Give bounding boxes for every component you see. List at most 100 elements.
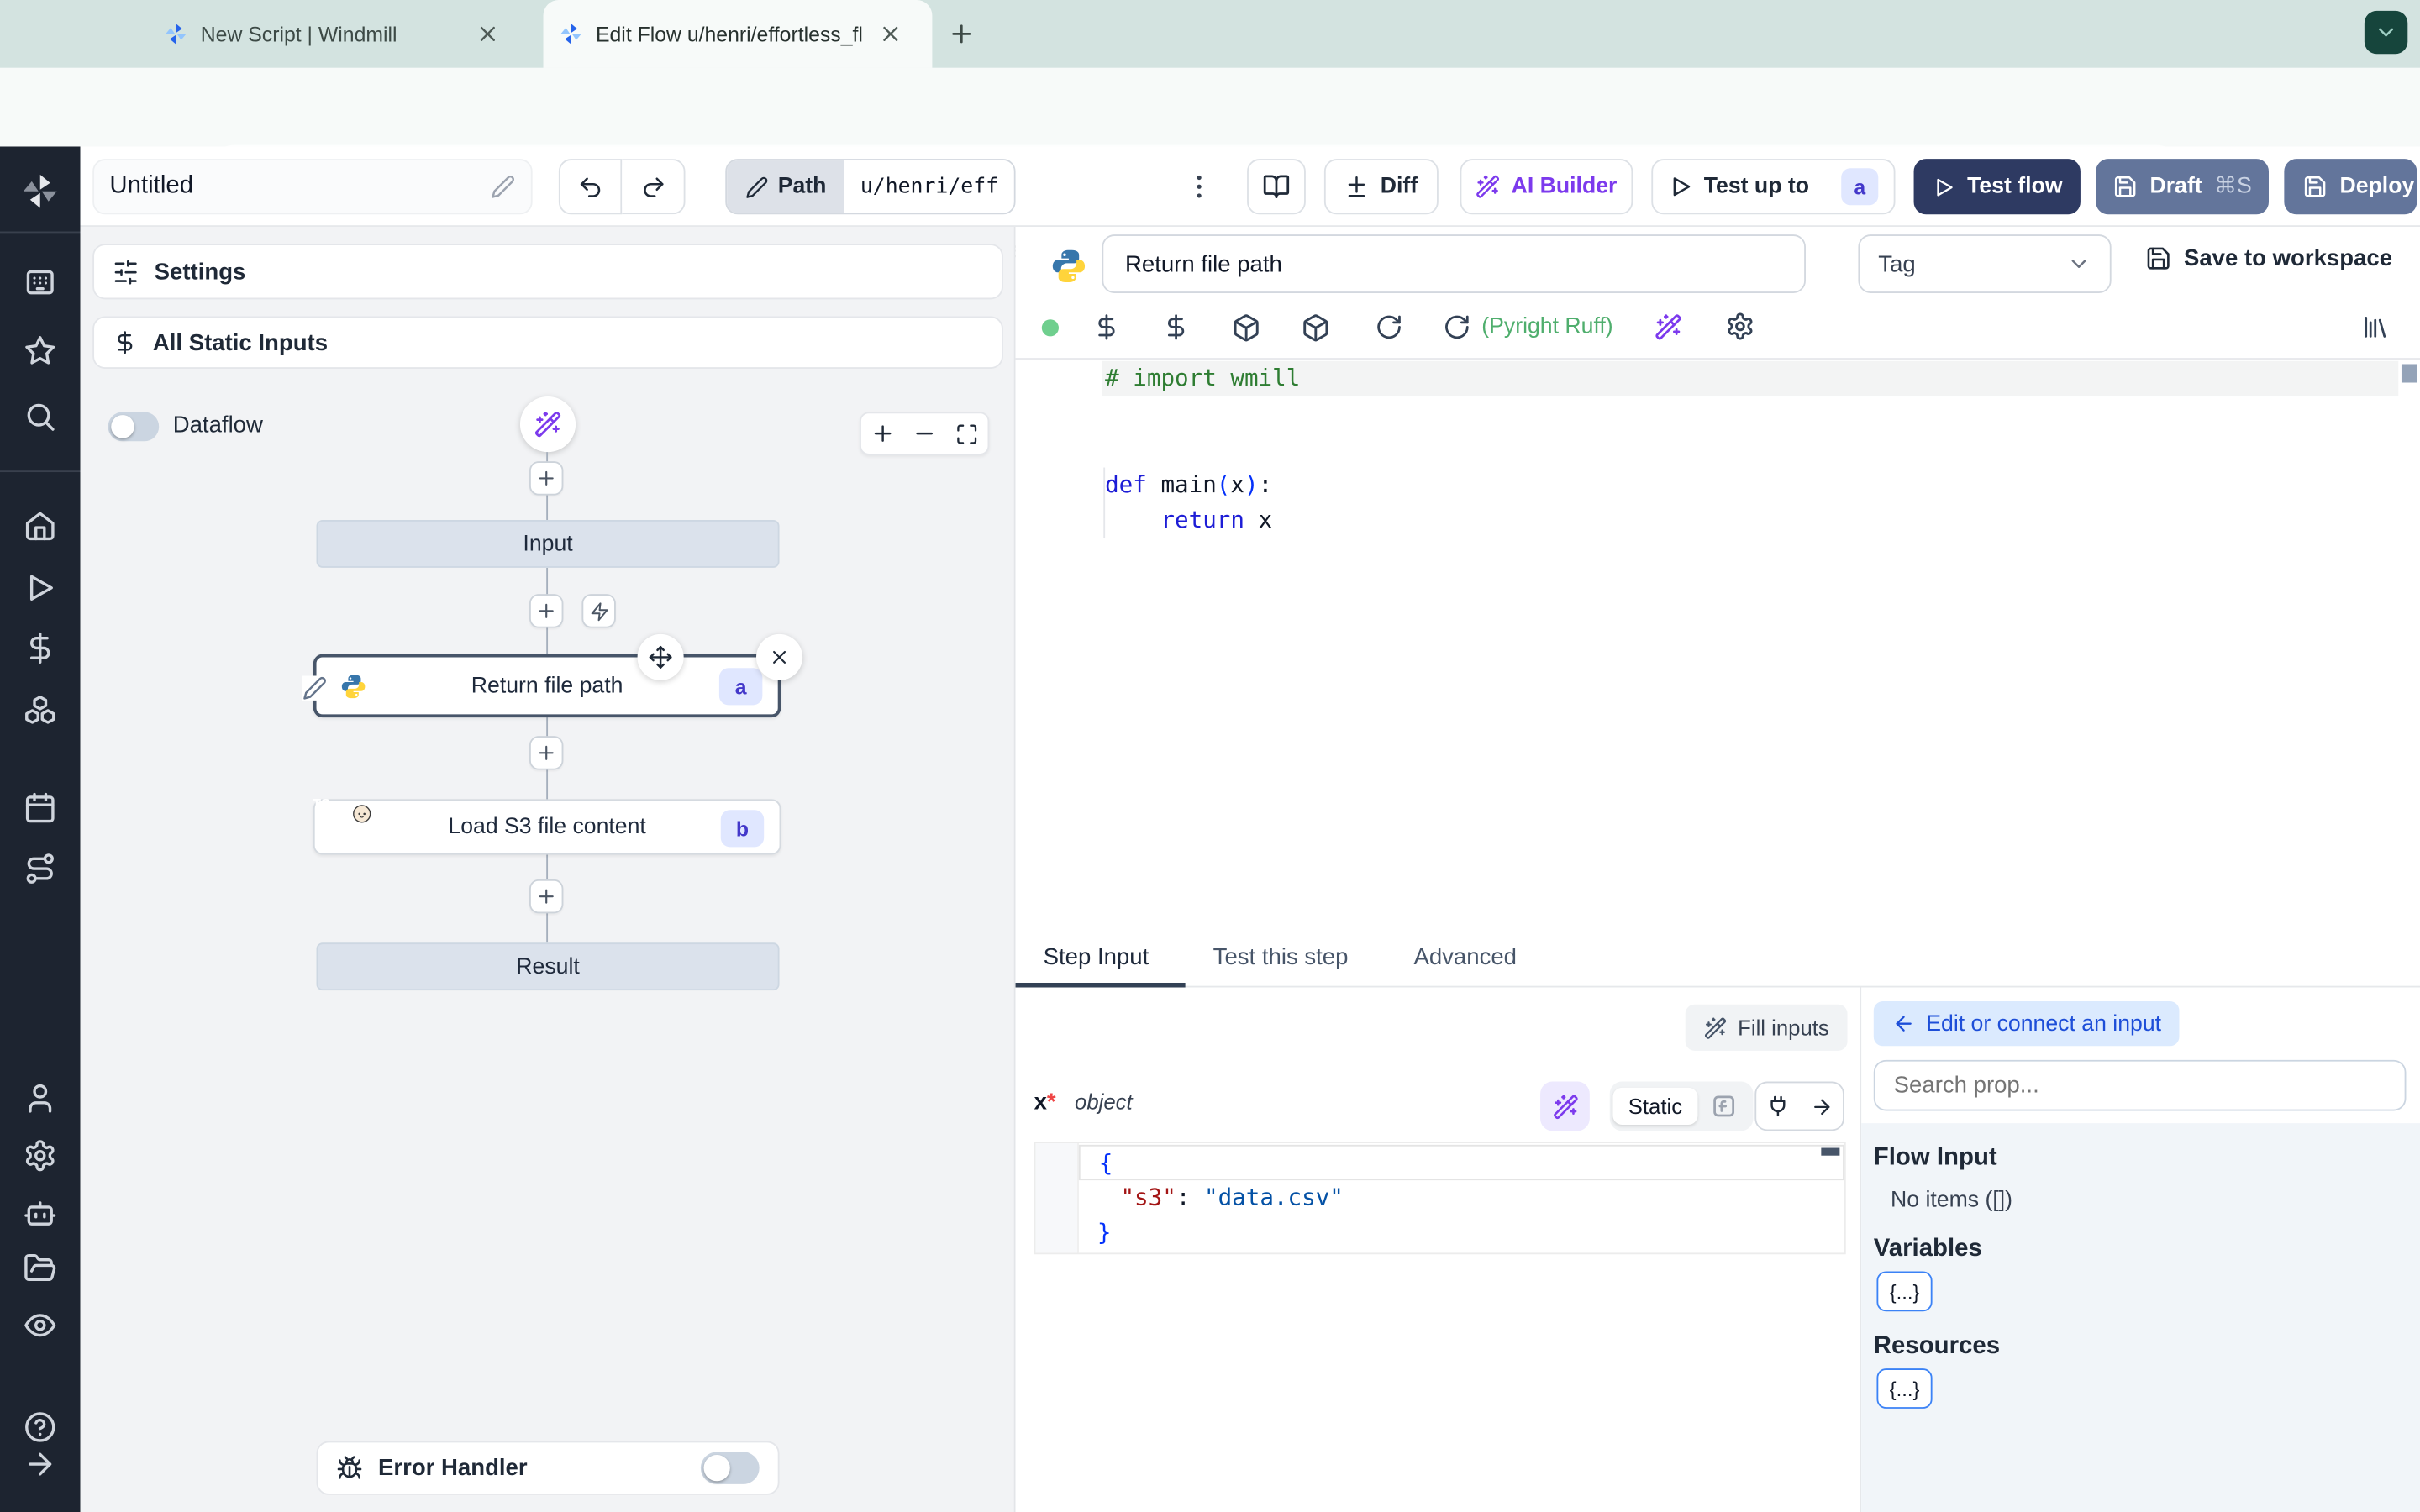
sidebar-item-home-icon[interactable]	[24, 509, 57, 543]
pencil-icon[interactable]	[491, 175, 515, 199]
dataflow-toggle[interactable]	[108, 412, 160, 442]
sidebar-help-icon[interactable]	[24, 1410, 57, 1444]
reload-icon[interactable]	[1443, 313, 1470, 341]
sidebar-item-variables-icon[interactable]	[24, 631, 57, 664]
sidebar-item-folders-icon[interactable]	[24, 1252, 57, 1285]
plug-icon[interactable]	[1766, 1094, 1791, 1118]
sidebar-item-schedules-icon[interactable]	[24, 791, 57, 825]
undo-button[interactable]	[558, 159, 623, 215]
zap-icon	[589, 601, 609, 621]
flow-input-node[interactable]: Input	[316, 519, 780, 568]
resources-icon[interactable]	[1162, 313, 1190, 341]
test-up-to-button[interactable]: Test up to a	[1651, 159, 1896, 215]
ai-builder-button[interactable]: AI Builder	[1460, 159, 1634, 215]
tab-close-icon[interactable]	[878, 22, 902, 46]
test-flow-button[interactable]: Test flow	[1913, 159, 2081, 215]
resources-braces-button[interactable]: {...}	[1876, 1368, 1933, 1409]
tab-advanced[interactable]: Advanced	[1413, 944, 1517, 970]
path-button[interactable]: Path u/henri/eff	[725, 159, 1016, 215]
play-icon	[1932, 175, 1955, 198]
tab-step-input[interactable]: Step Input	[1044, 944, 1150, 970]
draft-shortcut: ⌘S	[2214, 174, 2252, 199]
ai-flow-builder-button[interactable]	[519, 396, 576, 453]
sidebar-item-resources-icon[interactable]	[24, 693, 57, 727]
plus-icon	[535, 600, 557, 622]
sidebar-item-workers-icon[interactable]	[24, 1195, 57, 1229]
variables-icon[interactable]	[1092, 313, 1120, 341]
zoom-in-icon[interactable]	[871, 421, 895, 445]
function-mode-icon[interactable]	[1710, 1092, 1738, 1120]
sidebar-item-settings-icon[interactable]	[24, 1139, 57, 1173]
sidebar-expand-icon[interactable]	[24, 1447, 57, 1481]
code-keyword: def	[1105, 470, 1147, 499]
package-icon[interactable]	[1301, 313, 1330, 343]
browser-tab-inactive[interactable]: New Script | Windmill	[148, 0, 531, 68]
sidebar-item-users-icon[interactable]	[24, 1082, 57, 1116]
tab-test-this-step[interactable]: Test this step	[1213, 944, 1349, 970]
deploy-button[interactable]: Deploy	[2284, 159, 2417, 215]
path-label-segment[interactable]: Path	[727, 160, 845, 213]
new-tab-button[interactable]	[948, 20, 976, 48]
zoom-out-icon[interactable]	[913, 421, 937, 445]
windmill-logo[interactable]	[20, 171, 60, 212]
x-icon	[769, 647, 791, 669]
editor-scrollbar[interactable]	[2401, 364, 2417, 383]
step-node-b[interactable]: TS Load S3 file content b	[313, 796, 781, 855]
flow-result-node[interactable]: Result	[316, 942, 780, 991]
sidebar-item-audit-logs-icon[interactable]	[24, 1309, 57, 1342]
fill-inputs-button[interactable]: Fill inputs	[1685, 1004, 1848, 1051]
json-value-editor[interactable]: { "s3": "data.csv" }	[1034, 1142, 1846, 1255]
step-node-a[interactable]: Return file path a	[302, 654, 781, 718]
path-value[interactable]: u/henri/eff	[844, 160, 1014, 213]
flow-settings-button[interactable]: Settings	[92, 244, 1003, 300]
docs-button[interactable]	[1247, 159, 1306, 215]
package-icon[interactable]	[1232, 313, 1261, 343]
error-handler-card[interactable]: Error Handler	[316, 1441, 780, 1495]
sidebar-item-routes-icon[interactable]	[24, 852, 57, 885]
step-name-input[interactable]	[1102, 234, 1806, 293]
variables-braces-button[interactable]: {...}	[1876, 1271, 1933, 1312]
step-badge[interactable]: a	[1841, 168, 1879, 206]
ai-assist-icon[interactable]	[1655, 313, 1682, 341]
tab-search-button[interactable]	[2364, 10, 2408, 55]
error-handler-toggle[interactable]	[700, 1452, 760, 1484]
add-step-button[interactable]	[529, 879, 564, 914]
sidebar-item-search-icon[interactable]	[24, 400, 57, 433]
code-keyword: return	[1160, 506, 1244, 534]
library-icon[interactable]	[2361, 313, 2389, 341]
save-to-workspace-button[interactable]: Save to workspace	[2145, 245, 2392, 271]
editor-settings-icon[interactable]	[1725, 312, 1754, 341]
draft-button[interactable]: Draft ⌘S	[2096, 159, 2269, 215]
add-step-button[interactable]	[529, 594, 564, 628]
arrow-right-icon[interactable]	[1810, 1095, 1833, 1118]
test-up-to-label: Test up to	[1703, 174, 1810, 199]
delete-node-button[interactable]	[755, 633, 803, 680]
ai-fill-button[interactable]	[1540, 1081, 1590, 1131]
fullscreen-icon[interactable]	[955, 422, 979, 445]
code-editor[interactable]: # import wmill def main(x): return x	[1015, 359, 2420, 934]
move-node-handle[interactable]	[637, 633, 684, 680]
sidebar-item-apps-icon[interactable]	[24, 265, 57, 299]
tab-close-icon[interactable]	[476, 22, 500, 46]
step-editor-panel: Tag Save to workspace (Pyright Ruff) # i…	[1015, 226, 2420, 1512]
add-step-button[interactable]	[529, 461, 564, 496]
static-mode-button[interactable]: Static	[1612, 1087, 1698, 1125]
redo-button[interactable]	[622, 159, 686, 215]
sidebar-divider	[0, 231, 81, 234]
toolbar-kebab-icon[interactable]	[1184, 171, 1215, 202]
lint-status[interactable]: (Pyright Ruff)	[1481, 315, 1612, 339]
search-prop-input[interactable]	[1873, 1059, 2407, 1111]
add-step-button[interactable]	[529, 736, 564, 770]
resources-title: Resources	[1873, 1332, 2001, 1360]
diff-button[interactable]: Diff	[1323, 159, 1439, 215]
flow-name-input[interactable]: Untitled	[92, 159, 533, 215]
all-static-inputs-button[interactable]: All Static Inputs	[92, 316, 1003, 369]
wand-icon	[1552, 1093, 1578, 1119]
browser-tab-active[interactable]: Edit Flow u/henri/effortless_fl	[543, 0, 933, 68]
tag-select[interactable]: Tag	[1858, 234, 2112, 293]
edit-or-connect-button[interactable]: Edit or connect an input	[1873, 1001, 2181, 1047]
add-trigger-button[interactable]	[581, 594, 616, 628]
sidebar-item-favorites-icon[interactable]	[24, 333, 57, 367]
reload-icon[interactable]	[1376, 313, 1403, 341]
sidebar-item-runs-icon[interactable]	[24, 571, 57, 605]
